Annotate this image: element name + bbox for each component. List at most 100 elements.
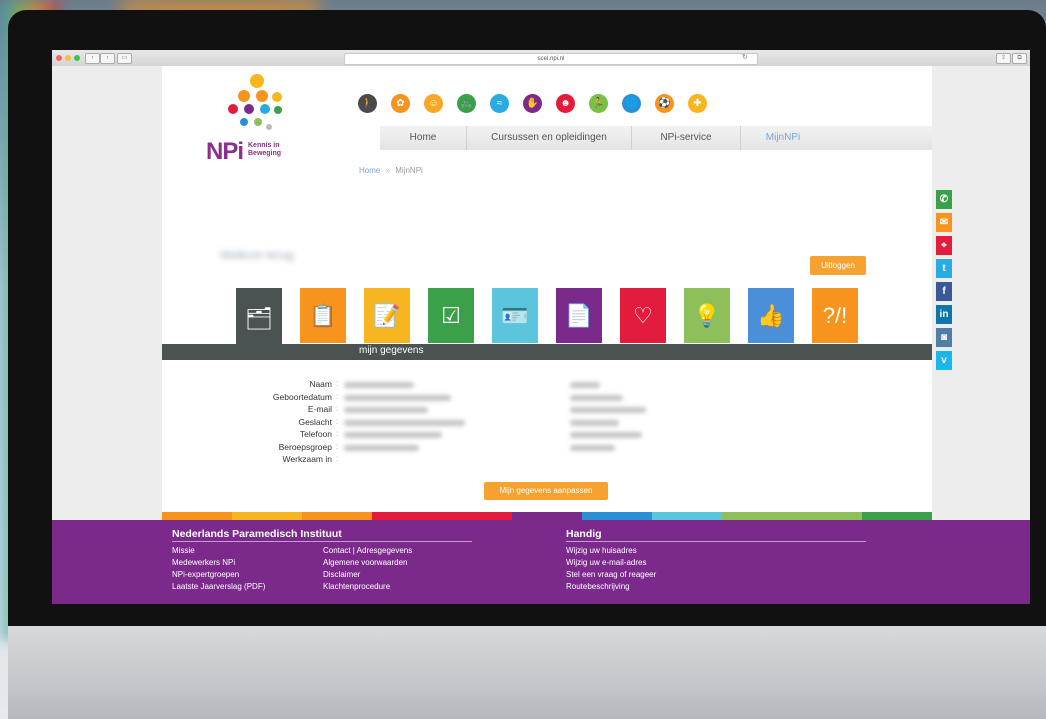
screen: ‹ › ▭ scel.npi.nl ↻ ⇪ ⧉ NPi Kennis in Be… (52, 50, 1030, 604)
footer-link[interactable]: Stel een vraag of reageer (566, 569, 656, 581)
footer-link[interactable]: NPi-expertgroepen (172, 569, 265, 581)
footer-link[interactable]: Klachtenprocedure (323, 581, 412, 593)
menu-courses[interactable]: Cursussen en opleidingen (467, 126, 632, 150)
footer-link[interactable]: Wijzig uw e-mail-adres (566, 557, 656, 569)
tabs-button[interactable]: ⧉ (1012, 53, 1027, 64)
page-left-margin (52, 66, 162, 526)
swimming-icon[interactable]: ≈ (490, 94, 509, 113)
monitor-frame: ‹ › ▭ scel.npi.nl ↻ ⇪ ⧉ NPi Kennis in Be… (8, 10, 1046, 628)
color-strip-segment (862, 512, 932, 520)
color-strip-segment (512, 512, 582, 520)
checklist-icon[interactable]: ☑ (428, 288, 474, 343)
running-icon[interactable]: 🏃 (589, 94, 608, 113)
profile-field-label: Beroepsgroep (278, 441, 332, 452)
footer-divider (172, 541, 472, 542)
heart-icon[interactable]: ♡ (620, 288, 666, 343)
menu-home[interactable]: Home (380, 126, 467, 150)
npi-logo[interactable]: NPi Kennis in Beweging (204, 74, 304, 165)
color-strip-segment (722, 512, 792, 520)
document-icon[interactable]: 📄 (556, 288, 602, 343)
field-separator: : (336, 429, 339, 438)
menu-mynpi[interactable]: MijnNPi (741, 126, 825, 150)
redacted-value (570, 382, 600, 388)
mail-icon[interactable]: ✉ (936, 213, 952, 232)
phone-icon[interactable]: ✆ (936, 190, 952, 209)
color-strip (162, 512, 932, 520)
color-strip-segment (302, 512, 372, 520)
head-icon[interactable]: ☻ (556, 94, 575, 113)
color-strip-segment (652, 512, 722, 520)
lightbulb-icon[interactable]: 💡 (684, 288, 730, 343)
linkedin-icon[interactable]: in (936, 305, 952, 324)
clipboard-icon[interactable]: 📝 (364, 288, 410, 343)
redacted-value (344, 432, 442, 438)
hand-icon[interactable]: ✋ (523, 94, 542, 113)
thumbs-up-icon[interactable]: 👍 (748, 288, 794, 343)
field-separator: : (336, 416, 339, 426)
cycling-icon[interactable]: 🚲 (457, 94, 476, 113)
sport-icon[interactable]: ⚽ (655, 94, 674, 113)
maximize-window-button[interactable] (74, 55, 80, 61)
question-icon[interactable]: ?/! (812, 288, 858, 343)
globe-icon[interactable]: 🌐 (622, 94, 641, 113)
close-window-button[interactable] (56, 55, 62, 61)
profile-field-label: E-mail (307, 404, 332, 414)
field-separator: : (336, 441, 339, 451)
reload-icon[interactable]: ↻ (742, 53, 748, 61)
folder-icon[interactable]: 🗂 (236, 288, 282, 350)
redacted-value (344, 407, 428, 413)
color-strip-segment (792, 512, 862, 520)
page-content: NPi Kennis in Beweging 🚶 ✿ ☺ 🚲 ≈ ✋ ☻ 🏃 🌐 ⚽ ✚ Home C… (162, 66, 932, 526)
facebook-icon[interactable]: f (936, 282, 952, 301)
menu-service[interactable]: NPi-service (632, 126, 741, 150)
welcome-heading: Welkom terug (220, 248, 294, 262)
footer-link[interactable]: Medewerkers NPi (172, 557, 265, 569)
footer-link[interactable]: Algemene voorwaarden (323, 557, 412, 569)
redacted-value (570, 419, 619, 426)
footer-divider (566, 541, 866, 542)
footer-right-title: Handig (566, 528, 602, 540)
breadcrumb-home[interactable]: Home (359, 166, 380, 175)
profile-field-label: Naam (309, 379, 332, 389)
footer-link[interactable]: Disclaimer (323, 569, 412, 581)
face-icon[interactable]: ☺ (424, 94, 443, 113)
walking-icon[interactable]: 🚶 (358, 94, 377, 113)
color-strip-segment (582, 512, 652, 520)
section-tab-bar (162, 344, 932, 360)
back-button[interactable]: ‹ (85, 53, 100, 64)
location-icon[interactable]: ⌖ (936, 236, 952, 255)
profile-field-label: Geslacht (298, 416, 332, 427)
url-bar[interactable]: scel.npi.nl (344, 53, 758, 65)
breadcrumb-current: MijnNPi (395, 166, 423, 175)
vimeo-icon[interactable]: v (936, 351, 952, 370)
footer-column-3: Wijzig uw huisadres Wijzig uw e-mail-adre… (566, 545, 656, 593)
id-card-icon[interactable]: 🪪 (492, 288, 538, 343)
breadcrumb-separator: » (385, 166, 391, 175)
sun-icon[interactable]: ✿ (391, 94, 410, 113)
footer-link[interactable]: Contact | Adresgegevens (323, 545, 412, 557)
color-strip-segment (442, 512, 512, 520)
share-button[interactable]: ⇪ (996, 53, 1011, 64)
field-separator: : (336, 379, 339, 388)
edit-profile-button[interactable]: Mijn gegevens aanpassen (484, 482, 608, 500)
footer-link[interactable]: Missie (172, 545, 265, 557)
redacted-value (344, 382, 414, 388)
sidebar-toggle-button[interactable]: ▭ (117, 53, 132, 64)
footer-link[interactable]: Laatste Jaarverslag (PDF) (172, 581, 265, 593)
footer-link[interactable]: Wijzig uw huisadres (566, 545, 656, 557)
logout-button[interactable]: Uitloggen (810, 256, 866, 275)
instagram-icon[interactable]: ◙ (936, 328, 952, 347)
logo-tagline: Kennis in Beweging (248, 142, 282, 157)
field-separator: : (336, 404, 339, 413)
color-strip-segment (162, 512, 232, 520)
profile-field-label: Werkzaam in (282, 454, 332, 464)
plus-icon[interactable]: ✚ (688, 94, 707, 113)
redacted-value (344, 394, 451, 401)
minimize-window-button[interactable] (65, 55, 71, 61)
redacted-value (570, 432, 642, 438)
presentation-icon[interactable]: 📋 (300, 288, 346, 343)
forward-button[interactable]: › (100, 53, 115, 64)
footer-left-title: Nederlands Paramedisch Instituut (172, 528, 342, 540)
twitter-icon[interactable]: t (936, 259, 952, 278)
footer-link[interactable]: Routebeschrijving (566, 581, 656, 593)
